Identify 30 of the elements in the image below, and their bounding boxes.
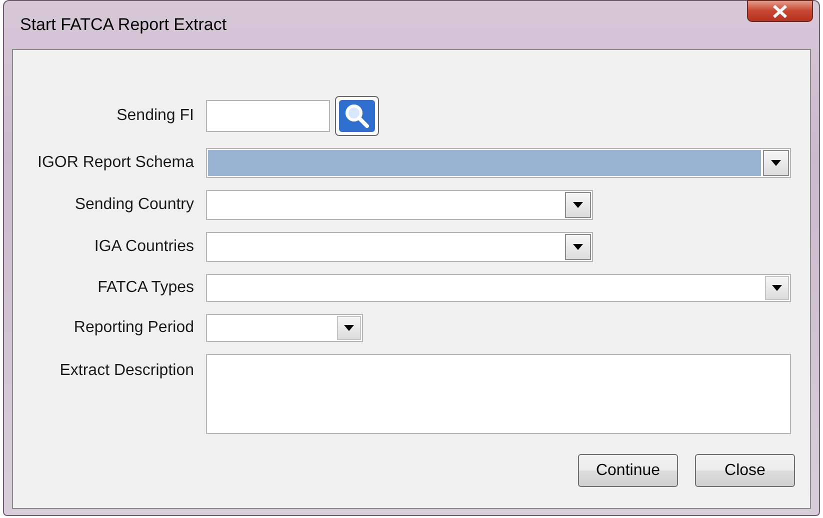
dropdown-button[interactable] (565, 192, 591, 218)
dropdown-field[interactable] (206, 314, 363, 342)
search-icon (339, 100, 375, 132)
field-label: IGA Countries (93, 238, 194, 256)
dropdown-button[interactable] (565, 234, 591, 260)
field-label: Sending FI (116, 107, 194, 125)
dropdown-button[interactable] (337, 316, 361, 340)
caret-icon (573, 244, 583, 250)
caret-icon (573, 202, 583, 208)
close-button[interactable] (747, 0, 813, 22)
dropdown-button[interactable] (763, 150, 789, 176)
close-dialog-button[interactable]: Close (695, 454, 795, 487)
field-label: IGOR Report Schema (36, 154, 194, 172)
dropdown-field[interactable] (206, 274, 791, 302)
field-label: Sending Country (74, 196, 194, 214)
field-label: FATCA Types (96, 279, 194, 297)
continue-button[interactable]: Continue (578, 454, 678, 487)
field-label: Extract Description (58, 361, 194, 380)
dropdown-field[interactable] (206, 190, 593, 220)
field-label: Reporting Period (72, 319, 194, 337)
input-field[interactable] (206, 100, 330, 132)
search-button[interactable] (335, 96, 379, 136)
dropdown-button[interactable] (765, 276, 789, 300)
window-title: Start FATCA Report Extract (20, 15, 227, 35)
dropdown-field[interactable] (206, 148, 791, 178)
caret-icon (772, 285, 782, 291)
dropdown-field[interactable] (206, 232, 593, 262)
caret-icon (344, 325, 354, 331)
caret-icon (771, 160, 781, 166)
close-icon (772, 4, 788, 18)
